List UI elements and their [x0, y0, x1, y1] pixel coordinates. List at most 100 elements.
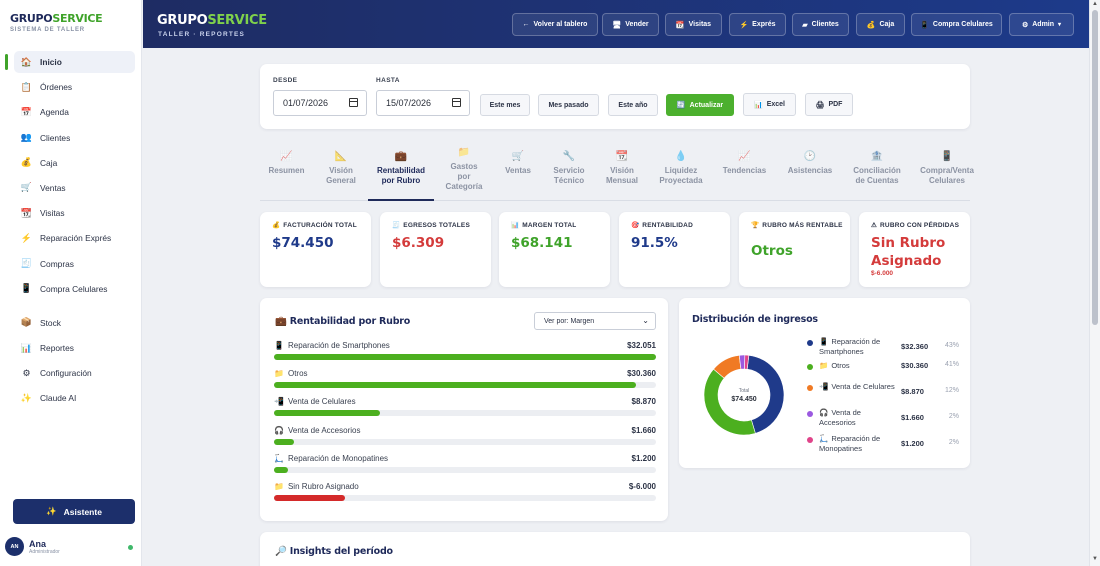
- ver-por-select[interactable]: Ver por: Margen ⌄: [534, 312, 656, 330]
- vender-button[interactable]: 🖥 Vender: [602, 13, 659, 36]
- clientes-button[interactable]: ▰ Clientes: [792, 13, 849, 36]
- admin-menu-button[interactable]: ⚙ Admin ▾: [1009, 13, 1074, 36]
- tab-ventas[interactable]: 🛒 Ventas: [494, 148, 542, 201]
- rubro-name-text: Venta de Celulares: [287, 397, 356, 407]
- legend-dot: [807, 411, 813, 417]
- top-header: GRUPOSERVICE TALLER · REPORTES ← Volver a…: [143, 0, 1089, 48]
- users-icon: 👥: [20, 132, 33, 143]
- brand-logo[interactable]: GRUPOSERVICE SISTEMA DE TALLER: [10, 12, 103, 33]
- insights-title: 🔎 Insights del período: [275, 546, 393, 557]
- refresh-icon: 🔄: [676, 102, 686, 109]
- legend-name-text: Otros: [831, 361, 850, 370]
- calendar-icon[interactable]: [452, 98, 461, 107]
- sidebar-item-label: Reportes: [40, 343, 74, 354]
- legend-dot: [807, 340, 813, 346]
- rentabilidad-title-text: Rentabilidad por Rubro: [289, 316, 411, 327]
- sidebar-item-clientes[interactable]: 👥 Clientes: [14, 127, 135, 149]
- gear-icon: ⚙: [22, 367, 31, 378]
- hasta-date-input[interactable]: 15/07/2026: [376, 90, 470, 116]
- tab-label-line2: Técnico: [553, 176, 585, 185]
- donut-slice[interactable]: [746, 354, 785, 434]
- legend-dot: [807, 385, 813, 391]
- sidebar-item-reportes[interactable]: 📊 Reportes: [14, 337, 135, 359]
- sidebar-item-ordenes[interactable]: 📋 Órdenes: [14, 76, 135, 98]
- legend-value: $30.360: [901, 361, 929, 370]
- kpi-value: Otros: [751, 243, 793, 259]
- tab-rentabilidad[interactable]: 💼 Rentabilidad por Rubro: [368, 148, 434, 201]
- expres-button[interactable]: ⚡ Exprés: [729, 13, 786, 36]
- monitor-icon: 🖥: [612, 21, 622, 29]
- legend-value: $8.870: [901, 387, 924, 396]
- avatar: AN: [5, 537, 24, 556]
- scrollbar-thumb[interactable]: [1092, 10, 1098, 325]
- tab-conciliacion[interactable]: 🏦 Conciliación de Cuentas: [848, 148, 906, 201]
- egresos-totales-card: 🧾 EGRESOS TOTALES $6.309: [380, 212, 491, 287]
- pdf-button[interactable]: 🖨 PDF: [805, 93, 853, 116]
- sidebar-item-reparacion-expres[interactable]: ⚡ Reparación Exprés: [14, 227, 135, 249]
- sidebar-item-caja[interactable]: 💰 Caja: [14, 152, 135, 174]
- este-mes-button[interactable]: Este mes: [480, 94, 530, 116]
- header-button-label: Caja: [879, 21, 895, 28]
- tab-label-line1: Conciliación: [853, 166, 901, 175]
- mes-pasado-button[interactable]: Mes pasado: [538, 94, 599, 116]
- donut-total-value: $74.450: [731, 396, 756, 403]
- legend-name-text: Reparación de Monopatines: [819, 434, 881, 453]
- tab-compra-venta[interactable]: 📱 Compra/Venta Celulares: [911, 148, 983, 201]
- tab-servicio[interactable]: 🔧 Servicio Técnico: [544, 148, 594, 201]
- sidebar-item-visitas[interactable]: 📆 Visitas: [14, 202, 135, 224]
- tab-liquidez[interactable]: 💧 Liquidez Proyectada: [650, 148, 712, 201]
- bar-fill: [274, 495, 346, 501]
- sidebar-item-agenda[interactable]: 📅 Agenda: [14, 101, 135, 123]
- legend-name-text: Reparación de Smartphones: [819, 337, 881, 356]
- rubro-name-text: Reparación de Monopatines: [287, 453, 389, 463]
- tab-icon: 📱: [940, 151, 954, 162]
- user-profile[interactable]: AN Ana Administrador: [5, 537, 135, 556]
- tab-label-line2: Mensual: [605, 176, 638, 185]
- bar-chart-icon: 📊: [511, 222, 520, 229]
- sidebar-item-configuracion[interactable]: ⚙ Configuración: [14, 362, 135, 384]
- sidebar-item-compra-celulares[interactable]: 📱 Compra Celulares: [14, 278, 135, 300]
- scrollbar[interactable]: ▲ ▼: [1089, 0, 1100, 566]
- sidebar-item-ventas[interactable]: 🛒 Ventas: [14, 177, 135, 199]
- online-status-dot: [128, 545, 133, 550]
- sparkle-icon: ✨: [46, 506, 57, 516]
- kpi-label-text: EGRESOS TOTALES: [403, 222, 470, 229]
- desde-value: 01/07/2026: [283, 98, 329, 108]
- tab-tendencias[interactable]: 📈 Tendencias: [716, 148, 773, 201]
- visitas-button[interactable]: 📆 Visitas: [665, 13, 722, 36]
- sidebar-item-compras[interactable]: 🧾 Compras: [14, 253, 135, 275]
- rentabilidad-title: 💼 Rentabilidad por Rubro: [275, 316, 410, 327]
- rubro-name: 🎧 Venta de Accesorios: [274, 426, 360, 435]
- sidebar-item-inicio[interactable]: 🏠 Inicio: [5, 51, 135, 73]
- tab-icon: 📆: [615, 151, 629, 162]
- rubro-icon: 🛴: [274, 453, 284, 463]
- sidebar-item-stock[interactable]: 📦 Stock: [14, 312, 135, 334]
- caja-button[interactable]: 💰 Caja: [856, 13, 905, 36]
- tab-label-line2: de Cuentas: [855, 176, 899, 185]
- hasta-label: HASTA: [376, 77, 400, 84]
- header-button-label: Exprés: [752, 21, 776, 28]
- sidebar-item-claude-ai[interactable]: ✨ Claude AI: [14, 387, 135, 409]
- tab-vision[interactable]: 📐 Visión General: [317, 148, 365, 201]
- excel-button[interactable]: 📊 Excel: [743, 93, 796, 116]
- tab-resumen[interactable]: 📈 Resumen: [260, 148, 313, 201]
- tab-asistencias[interactable]: 🕑 Asistencias: [776, 148, 844, 201]
- tab-icon: 📈: [738, 151, 751, 162]
- scroll-up-icon[interactable]: ▲: [1092, 1, 1098, 7]
- assistant-button[interactable]: ✨ Asistente: [13, 499, 135, 524]
- compra-celulares-button[interactable]: 📱 Compra Celulares: [911, 13, 1002, 36]
- bar-track: [274, 438, 656, 445]
- este-ano-button[interactable]: Este año: [608, 94, 658, 116]
- calendar-icon[interactable]: [349, 98, 358, 107]
- desde-date-input[interactable]: 01/07/2026: [273, 90, 367, 116]
- volver-tablero-button[interactable]: ← Volver al tablero: [512, 13, 598, 36]
- tab-gastos[interactable]: 📁 Gastos por Categoría: [437, 144, 491, 201]
- tab-vision[interactable]: 📆 Visión Mensual: [597, 148, 647, 201]
- scroll-down-icon[interactable]: ▼: [1092, 556, 1098, 562]
- clipboard-icon: 📋: [20, 81, 33, 92]
- header-subtitle: TALLER · REPORTES: [158, 31, 246, 38]
- assistant-label: Asistente: [63, 506, 102, 517]
- kpi-value: 91.5%: [631, 235, 678, 251]
- filters-card: DESDE 01/07/2026 HASTA 15/07/2026 Este m…: [260, 64, 970, 129]
- actualizar-button[interactable]: 🔄 Actualizar: [666, 94, 734, 116]
